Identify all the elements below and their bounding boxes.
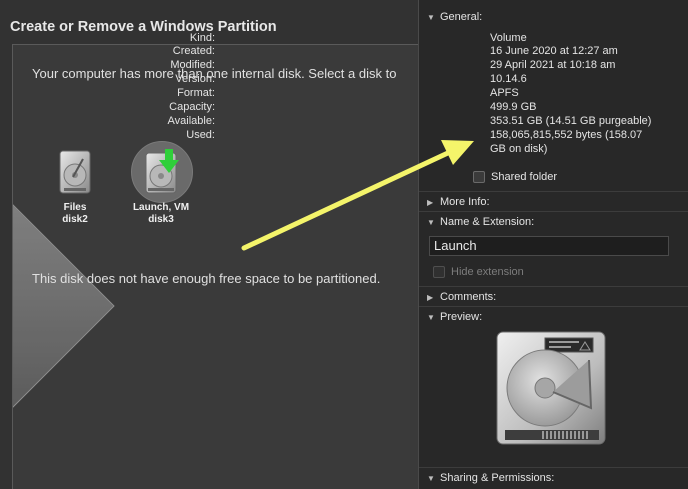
get-info-panel: ▼ General: Kind: Volume Created: 16 June 2… (168, 0, 688, 489)
disk-name: Launch, VM (132, 202, 190, 213)
section-label: More Info: (440, 196, 490, 208)
name-input[interactable]: Launch (429, 236, 669, 256)
disclosure-triangle-icon: ▼ (427, 12, 435, 22)
section-label: Name & Extension: (440, 216, 535, 228)
section-label: Comments: (440, 291, 497, 303)
divider (419, 306, 688, 307)
divider (419, 467, 688, 468)
not-enough-space-message: This disk does not have enough free spac… (32, 271, 381, 286)
hard-disk-icon (59, 150, 91, 194)
disk-files[interactable]: Files disk2 (35, 149, 115, 226)
checkbox-label: Shared folder (491, 171, 558, 183)
disclosure-triangle-icon: ▼ (427, 473, 435, 483)
disk-id: disk3 (148, 214, 174, 225)
hide-extension-checkbox[interactable]: Hide extension (433, 266, 524, 278)
checkbox-box[interactable] (473, 171, 485, 183)
name-extension-section-header[interactable]: ▼ Name & Extension: (427, 216, 534, 228)
hard-disk-icon (496, 331, 606, 445)
preview-section-header[interactable]: ▼ Preview: (427, 311, 482, 323)
more-info-section-header[interactable]: ▶ More Info: (427, 196, 490, 208)
disk-launch-vm[interactable]: Launch, VM disk3 (121, 141, 201, 226)
window-title: Create or Remove a Windows Partition (10, 19, 277, 35)
disk-name: Files (63, 202, 87, 213)
shared-folder-checkbox[interactable]: Shared folder (473, 171, 557, 183)
section-label: Preview: (440, 311, 483, 323)
disk-id: disk2 (62, 214, 88, 225)
comments-section-header[interactable]: ▶ Comments: (427, 291, 496, 303)
disclosure-triangle-icon: ▼ (427, 312, 435, 322)
section-label: General: (440, 11, 483, 23)
divider (419, 286, 688, 287)
disclosure-triangle-icon: ▶ (427, 292, 434, 302)
hard-disk-icon (145, 149, 179, 194)
divider (419, 191, 688, 192)
general-section-header[interactable]: ▼ General: (427, 11, 482, 23)
disclosure-triangle-icon: ▼ (427, 217, 435, 227)
disclosure-triangle-icon: ▶ (427, 197, 434, 207)
divider (419, 211, 688, 212)
partition-panel: Your computer has more than one internal… (12, 44, 420, 489)
section-label: Sharing & Permissions: (440, 472, 555, 484)
sharing-permissions-section-header[interactable]: ▼ Sharing & Permissions: (427, 472, 554, 484)
checkbox-label: Hide extension (451, 266, 524, 278)
checkbox-box[interactable] (433, 266, 445, 278)
